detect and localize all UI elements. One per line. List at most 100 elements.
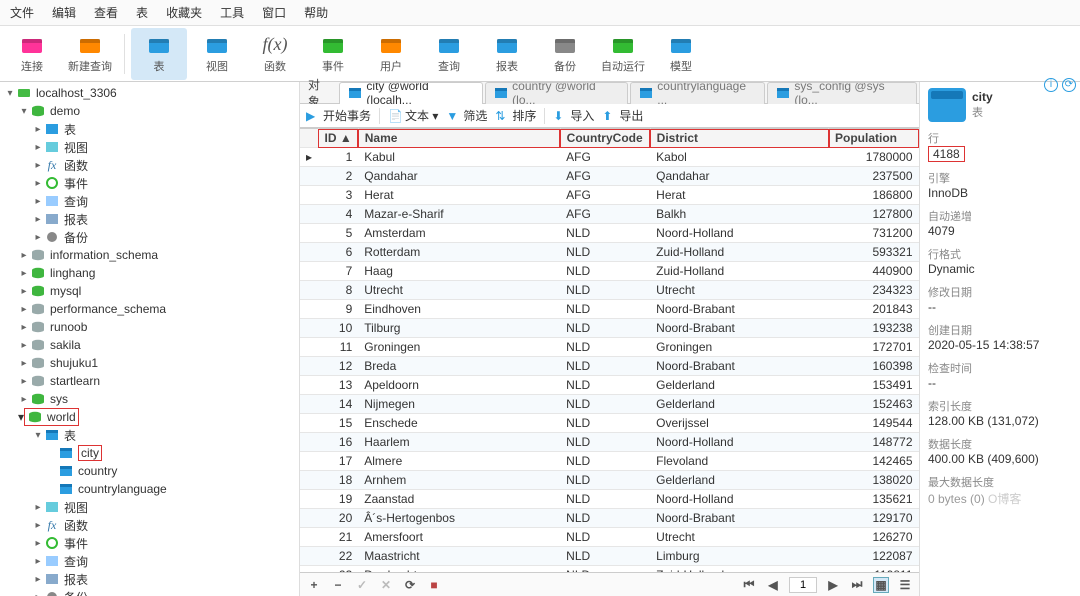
menu-表[interactable]: 表: [136, 4, 148, 21]
menu-窗口[interactable]: 窗口: [262, 4, 286, 21]
toolbar-newq[interactable]: 新建查询: [62, 28, 118, 80]
table-row[interactable]: 17AlmereNLDFlevoland142465: [300, 452, 919, 471]
menu-帮助[interactable]: 帮助: [304, 4, 328, 21]
last-page-button[interactable]: ⏭: [849, 577, 865, 592]
toolbar-model[interactable]: 模型: [653, 28, 709, 80]
refresh-panel-icon[interactable]: ⟳: [1062, 78, 1076, 92]
toolbar-event[interactable]: 事件: [305, 28, 361, 80]
table-row[interactable]: 23DordrechtNLDZuid-Holland119811: [300, 566, 919, 573]
tree-table-country[interactable]: country: [0, 462, 299, 480]
tree-事件[interactable]: ▸事件: [0, 534, 299, 552]
tree-table-city[interactable]: city: [0, 444, 299, 462]
stop-button[interactable]: ■: [426, 578, 442, 592]
action-1[interactable]: 📄文本 ▾: [388, 107, 438, 124]
tree-db-sys[interactable]: ▸sys: [0, 390, 299, 408]
add-row-button[interactable]: +: [306, 578, 322, 592]
table-row[interactable]: 5AmsterdamNLDNoord-Holland731200: [300, 224, 919, 243]
table-row[interactable]: 16HaarlemNLDNoord-Holland148772: [300, 433, 919, 452]
col-Name[interactable]: Name: [358, 129, 560, 148]
tree-db-performance_schema[interactable]: ▸performance_schema: [0, 300, 299, 318]
table-row[interactable]: 13ApeldoornNLDGelderland153491: [300, 376, 919, 395]
action-5[interactable]: ⬆导出: [602, 107, 643, 124]
tree-备份[interactable]: ▸备份: [0, 588, 299, 596]
tree-db-mysql[interactable]: ▸mysql: [0, 282, 299, 300]
tree-db-information_schema[interactable]: ▸information_schema: [0, 246, 299, 264]
commit-button[interactable]: ✓: [354, 578, 370, 592]
table-row[interactable]: 8UtrechtNLDUtrecht234323: [300, 281, 919, 300]
toolbar-report[interactable]: 报表: [479, 28, 535, 80]
tree-表[interactable]: ▸表: [0, 120, 299, 138]
toolbar-plug[interactable]: 连接: [4, 28, 60, 80]
refresh-button[interactable]: ⟳: [402, 578, 418, 592]
tree-db-sakila[interactable]: ▸sakila: [0, 336, 299, 354]
prev-page-button[interactable]: ◀: [765, 578, 781, 592]
tree-报表[interactable]: ▸报表: [0, 570, 299, 588]
table-row[interactable]: 3HeratAFGHerat186800: [300, 186, 919, 205]
action-4[interactable]: ⬇导入: [553, 107, 594, 124]
doc-tab[interactable]: sys_config @sys (lo...: [767, 82, 917, 104]
tree-查询[interactable]: ▸查询: [0, 552, 299, 570]
tree-world-tables[interactable]: ▾表: [0, 426, 299, 444]
tree-备份[interactable]: ▸备份: [0, 228, 299, 246]
table-row[interactable]: 9EindhovenNLDNoord-Brabant201843: [300, 300, 919, 319]
col-CountryCode[interactable]: CountryCode: [560, 129, 650, 148]
menu-收藏夹[interactable]: 收藏夹: [166, 4, 202, 21]
table-row[interactable]: 4Mazar-e-SharifAFGBalkh127800: [300, 205, 919, 224]
table-row[interactable]: 18ArnhemNLDGelderland138020: [300, 471, 919, 490]
table-row[interactable]: 20Â´s-HertogenbosNLDNoord-Brabant129170: [300, 509, 919, 528]
grid-view-button[interactable]: ▦: [873, 577, 889, 593]
tree-db-demo[interactable]: ▾demo: [0, 102, 299, 120]
page-input[interactable]: [789, 577, 817, 593]
table-row[interactable]: 7HaagNLDZuid-Holland440900: [300, 262, 919, 281]
table-row[interactable]: ▸1KabulAFGKabol1780000: [300, 148, 919, 167]
tree-db-shujuku1[interactable]: ▸shujuku1: [0, 354, 299, 372]
tree-db-linghang[interactable]: ▸linghang: [0, 264, 299, 282]
data-grid-wrap[interactable]: ID ▲NameCountryCodeDistrictPopulation ▸1…: [300, 128, 919, 572]
table-row[interactable]: 21AmersfoortNLDUtrecht126270: [300, 528, 919, 547]
remove-row-button[interactable]: −: [330, 578, 346, 592]
table-row[interactable]: 12BredaNLDNoord-Brabant160398: [300, 357, 919, 376]
col-District[interactable]: District: [650, 129, 828, 148]
doc-tab[interactable]: city @world (localh...: [339, 82, 483, 104]
toolbar-backup[interactable]: 备份: [537, 28, 593, 80]
toolbar-user[interactable]: 用户: [363, 28, 419, 80]
tree-db-startlearn[interactable]: ▸startlearn: [0, 372, 299, 390]
menu-文件[interactable]: 文件: [10, 4, 34, 21]
tree-报表[interactable]: ▸报表: [0, 210, 299, 228]
toolbar-auto[interactable]: 自动运行: [595, 28, 651, 80]
nav-tree[interactable]: ▾localhost_3306▾demo▸表▸视图▸fx函数▸事件▸查询▸报表▸…: [0, 82, 300, 596]
table-row[interactable]: 15EnschedeNLDOverijssel149544: [300, 414, 919, 433]
action-0[interactable]: ▶开始事务: [306, 107, 371, 124]
info-icon[interactable]: i: [1044, 78, 1058, 92]
first-page-button[interactable]: ⏮: [741, 577, 757, 592]
tree-查询[interactable]: ▸查询: [0, 192, 299, 210]
col-Population[interactable]: Population: [829, 129, 919, 148]
menu-工具[interactable]: 工具: [220, 4, 244, 21]
table-row[interactable]: 10TilburgNLDNoord-Brabant193238: [300, 319, 919, 338]
table-row[interactable]: 11GroningenNLDGroningen172701: [300, 338, 919, 357]
doc-tab[interactable]: countrylanguage ...: [630, 82, 765, 104]
tree-db-runoob[interactable]: ▸runoob: [0, 318, 299, 336]
col-ID[interactable]: ID ▲: [318, 129, 358, 148]
table-row[interactable]: 19ZaanstadNLDNoord-Holland135621: [300, 490, 919, 509]
table-row[interactable]: 14NijmegenNLDGelderland152463: [300, 395, 919, 414]
toolbar-query[interactable]: 查询: [421, 28, 477, 80]
tree-table-countrylanguage[interactable]: countrylanguage: [0, 480, 299, 498]
cancel-button[interactable]: ✕: [378, 578, 394, 592]
tree-connection[interactable]: ▾localhost_3306: [0, 84, 299, 102]
action-3[interactable]: ⇅排序: [495, 107, 536, 124]
toolbar-view[interactable]: 视图: [189, 28, 245, 80]
tree-事件[interactable]: ▸事件: [0, 174, 299, 192]
tree-函数[interactable]: ▸fx函数: [0, 156, 299, 174]
tree-视图[interactable]: ▸视图: [0, 498, 299, 516]
menu-编辑[interactable]: 编辑: [52, 4, 76, 21]
next-page-button[interactable]: ▶: [825, 578, 841, 592]
form-view-button[interactable]: ☰: [897, 578, 913, 592]
menu-查看[interactable]: 查看: [94, 4, 118, 21]
table-row[interactable]: 6RotterdamNLDZuid-Holland593321: [300, 243, 919, 262]
toolbar-table[interactable]: 表: [131, 28, 187, 80]
table-row[interactable]: 2QandaharAFGQandahar237500: [300, 167, 919, 186]
tree-db-world[interactable]: world: [24, 408, 79, 426]
table-row[interactable]: 22MaastrichtNLDLimburg122087: [300, 547, 919, 566]
tree-函数[interactable]: ▸fx函数: [0, 516, 299, 534]
